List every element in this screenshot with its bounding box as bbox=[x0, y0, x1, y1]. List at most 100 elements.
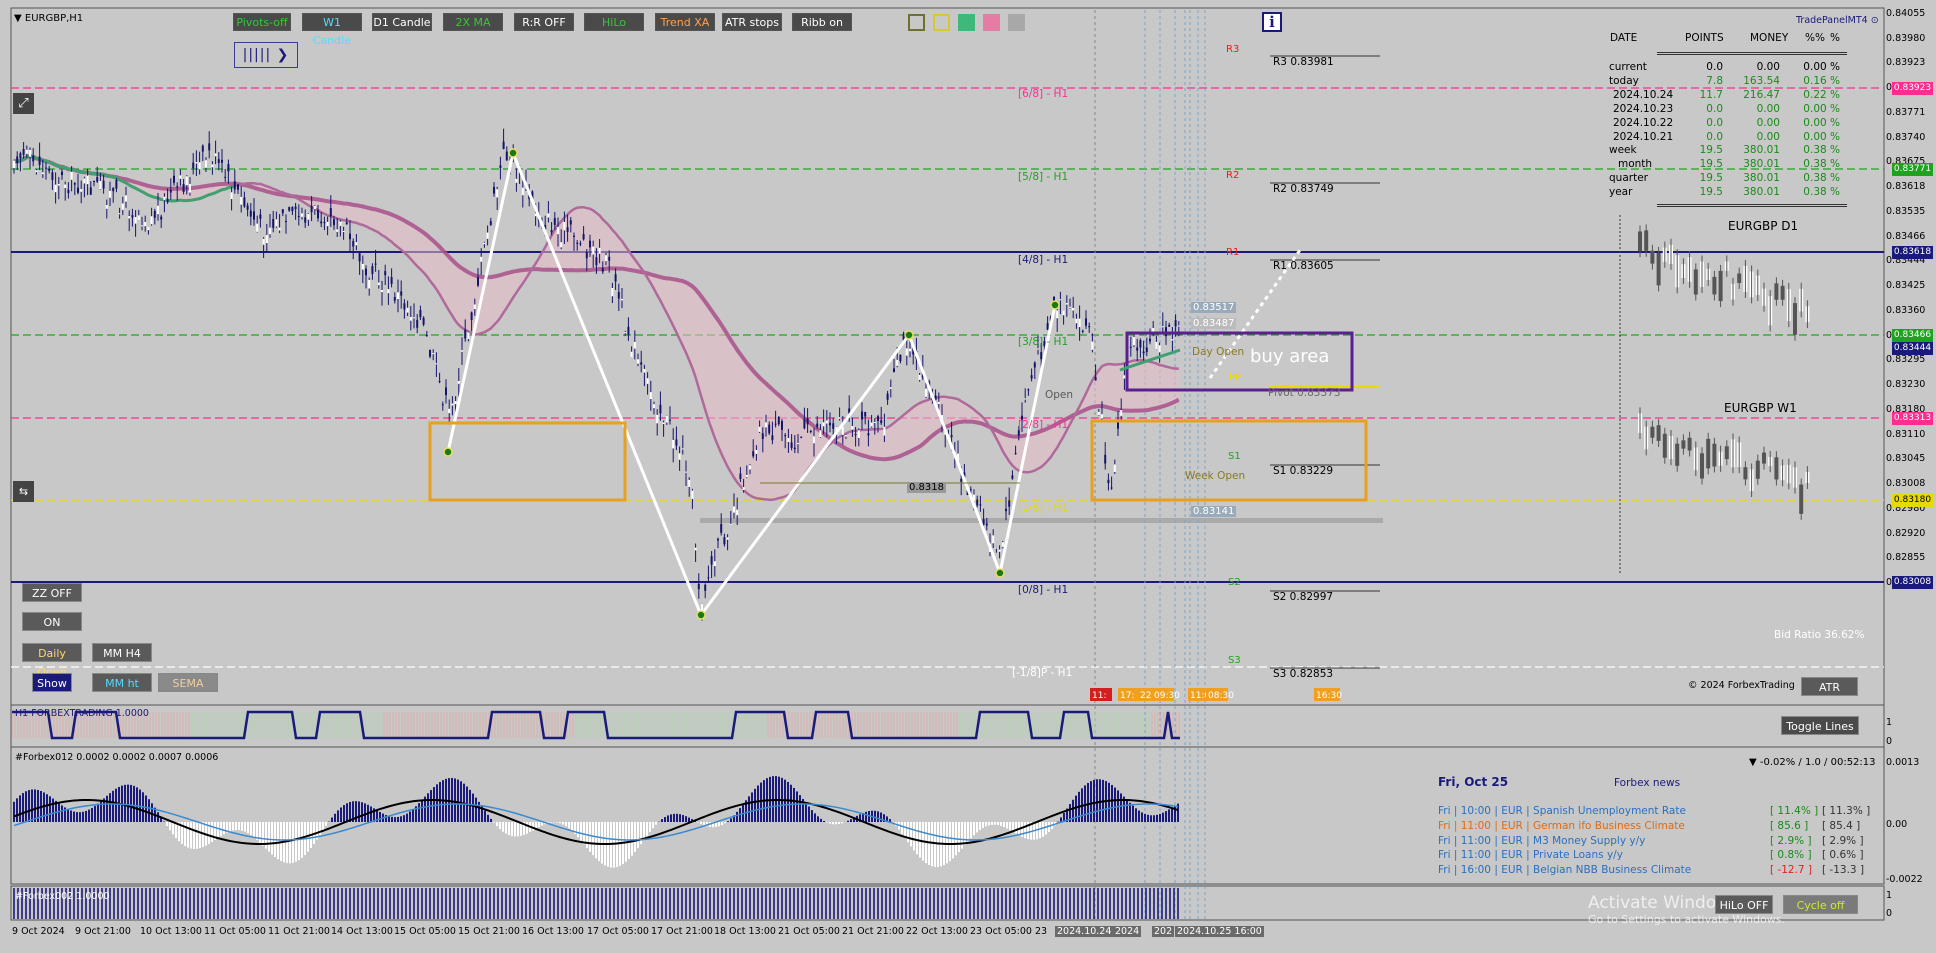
news-item[interactable]: Fri | 11:00 | EUR | German ifo Business … bbox=[1438, 820, 1685, 832]
atr-button[interactable]: ATR bbox=[1801, 677, 1858, 696]
indicator1-label: H1 FORBEXTRADING 1.0000 bbox=[15, 708, 149, 719]
ind2-scale-bottom: -0.0022 bbox=[1886, 874, 1923, 885]
time-axis-label: 2024 bbox=[1113, 926, 1142, 937]
fullscreen-icon[interactable]: ⤢ bbox=[13, 93, 34, 114]
news-item[interactable]: Fri | 11:00 | EUR | M3 Money Supply y/y bbox=[1438, 835, 1645, 847]
atr-stops-button[interactable]: ATR stops bbox=[722, 13, 782, 31]
stats-cell: 0.0 bbox=[1706, 61, 1723, 73]
toggle-lines-button[interactable]: Toggle Lines bbox=[1781, 716, 1859, 735]
candle-body bbox=[416, 319, 419, 328]
mm-ht-button[interactable]: MM ht bbox=[92, 673, 152, 692]
price-axis-label: 0.83425 bbox=[1886, 280, 1926, 292]
stats-cell: 0.0 bbox=[1706, 116, 1723, 129]
stats-cell: 0.00 bbox=[1756, 61, 1780, 73]
copyright: © 2024 ForbexTrading bbox=[1688, 680, 1795, 691]
stats-cell: 19.5 bbox=[1699, 172, 1723, 185]
candle-body bbox=[979, 504, 982, 506]
candle-body bbox=[1017, 430, 1020, 436]
collapse-icon[interactable]: ⇆ bbox=[13, 481, 34, 502]
candle-body bbox=[230, 192, 233, 200]
candle-body bbox=[822, 422, 825, 427]
swatch-gray[interactable] bbox=[1008, 14, 1025, 31]
candle-body bbox=[96, 177, 99, 182]
candle-body bbox=[681, 448, 684, 450]
candle-body bbox=[461, 350, 463, 352]
candle-body bbox=[301, 213, 303, 217]
zigzag-point bbox=[696, 610, 706, 620]
swatch-olive[interactable] bbox=[908, 14, 925, 31]
candle-body bbox=[595, 257, 598, 266]
candle-body bbox=[701, 603, 703, 611]
candle-body bbox=[48, 168, 51, 171]
candle-body bbox=[125, 195, 127, 202]
d1-candle-button[interactable]: D1 Candle bbox=[372, 13, 432, 31]
candle-body bbox=[1030, 375, 1033, 379]
candle-body bbox=[128, 216, 131, 219]
ribbon-toggle-button[interactable]: Ribb on bbox=[792, 13, 852, 31]
daily-open-button[interactable]: Daily Open bbox=[22, 643, 82, 679]
r1-tag: R1 bbox=[1226, 247, 1240, 258]
time-axis-label: 15 Oct 05:00 bbox=[394, 926, 456, 937]
ind1-scale-bottom: 0 bbox=[1886, 736, 1893, 747]
candle-body bbox=[54, 184, 57, 193]
news-item[interactable]: Fri | 10:00 | EUR | Spanish Unemployment… bbox=[1438, 805, 1686, 817]
news-actual: [ 2.9% ] bbox=[1770, 834, 1812, 847]
candle-body bbox=[80, 189, 83, 192]
info-icon[interactable]: i bbox=[1262, 12, 1282, 32]
candle-body bbox=[265, 235, 268, 244]
news-forecast: [ -13.3 ] bbox=[1822, 864, 1865, 877]
hilo-off-button[interactable]: HiLo OFF bbox=[1715, 895, 1773, 914]
show-button[interactable]: Show bbox=[32, 673, 72, 692]
rr-toggle-button[interactable]: R:R OFF bbox=[514, 13, 574, 31]
murrey-4-8-label: [4/8] - H1 bbox=[1018, 254, 1069, 266]
candle-body bbox=[601, 267, 604, 272]
stats-cell: 380.01 bbox=[1743, 172, 1780, 185]
candle-body bbox=[713, 561, 716, 567]
settings-icon[interactable]: ⊙ bbox=[1871, 15, 1879, 26]
ind3-scale-bottom: 0 bbox=[1886, 908, 1893, 919]
swatch-pink[interactable] bbox=[983, 14, 1000, 31]
hilo-button[interactable]: HiLo bbox=[584, 13, 644, 31]
cycle-off-button[interactable]: Cycle off bbox=[1783, 895, 1858, 914]
news-actual: [ 0.8% ] bbox=[1770, 849, 1812, 862]
candle-body bbox=[448, 408, 451, 414]
candle-body bbox=[505, 151, 508, 161]
time-axis-label: 21 Oct 05:00 bbox=[778, 926, 840, 937]
price-axis-label: 0.83295 bbox=[1886, 354, 1926, 366]
sema-button[interactable]: SEMA bbox=[158, 673, 218, 692]
news-item[interactable]: Fri | 16:00 | EUR | Belgian NBB Business… bbox=[1438, 864, 1691, 876]
s2-tag: S2 bbox=[1228, 577, 1241, 588]
murrey-3-8-label: [3/8] - H1 bbox=[1018, 336, 1069, 348]
zigzag-toggle-button[interactable]: ZZ OFF bbox=[22, 583, 82, 602]
swatch-green[interactable] bbox=[958, 14, 975, 31]
candle-body bbox=[752, 451, 755, 457]
mm-h4-button[interactable]: MM H4 bbox=[92, 643, 152, 662]
candle-body bbox=[77, 187, 79, 193]
candle-body bbox=[838, 417, 841, 419]
swatch-yellow[interactable] bbox=[933, 14, 950, 31]
pivots-toggle-button[interactable]: Pivots-off bbox=[233, 13, 291, 31]
on-button[interactable]: ON bbox=[22, 612, 82, 631]
candle-body bbox=[1040, 352, 1043, 360]
w1-candle-button[interactable]: W1 Candle bbox=[302, 13, 362, 47]
candle-body bbox=[441, 404, 444, 406]
news-item[interactable]: Fri | 11:00 | EUR | Private Loans y/y bbox=[1438, 849, 1623, 861]
candle-body bbox=[582, 234, 585, 240]
candle-body bbox=[918, 374, 921, 380]
candle-body bbox=[1104, 454, 1107, 464]
trend-xa-button[interactable]: Trend XA bbox=[655, 13, 715, 31]
pivot-r3-label: R3 0.83981 bbox=[1273, 56, 1334, 68]
candle-body bbox=[326, 221, 329, 227]
stats-cell: week bbox=[1609, 144, 1637, 157]
candle-body bbox=[249, 210, 252, 217]
candle-body bbox=[1136, 347, 1139, 351]
candle-body bbox=[1072, 307, 1075, 311]
candle-body bbox=[352, 241, 355, 247]
zigzag-point bbox=[995, 568, 1005, 578]
bars-scroll-button[interactable]: ||||| ❯ bbox=[234, 42, 298, 68]
candle-body bbox=[93, 180, 95, 183]
2x-ma-button[interactable]: 2X MA bbox=[443, 13, 503, 31]
current-level-badge: 0.83618 bbox=[1892, 246, 1933, 259]
candle-body bbox=[253, 211, 255, 220]
candle-body bbox=[432, 353, 435, 355]
